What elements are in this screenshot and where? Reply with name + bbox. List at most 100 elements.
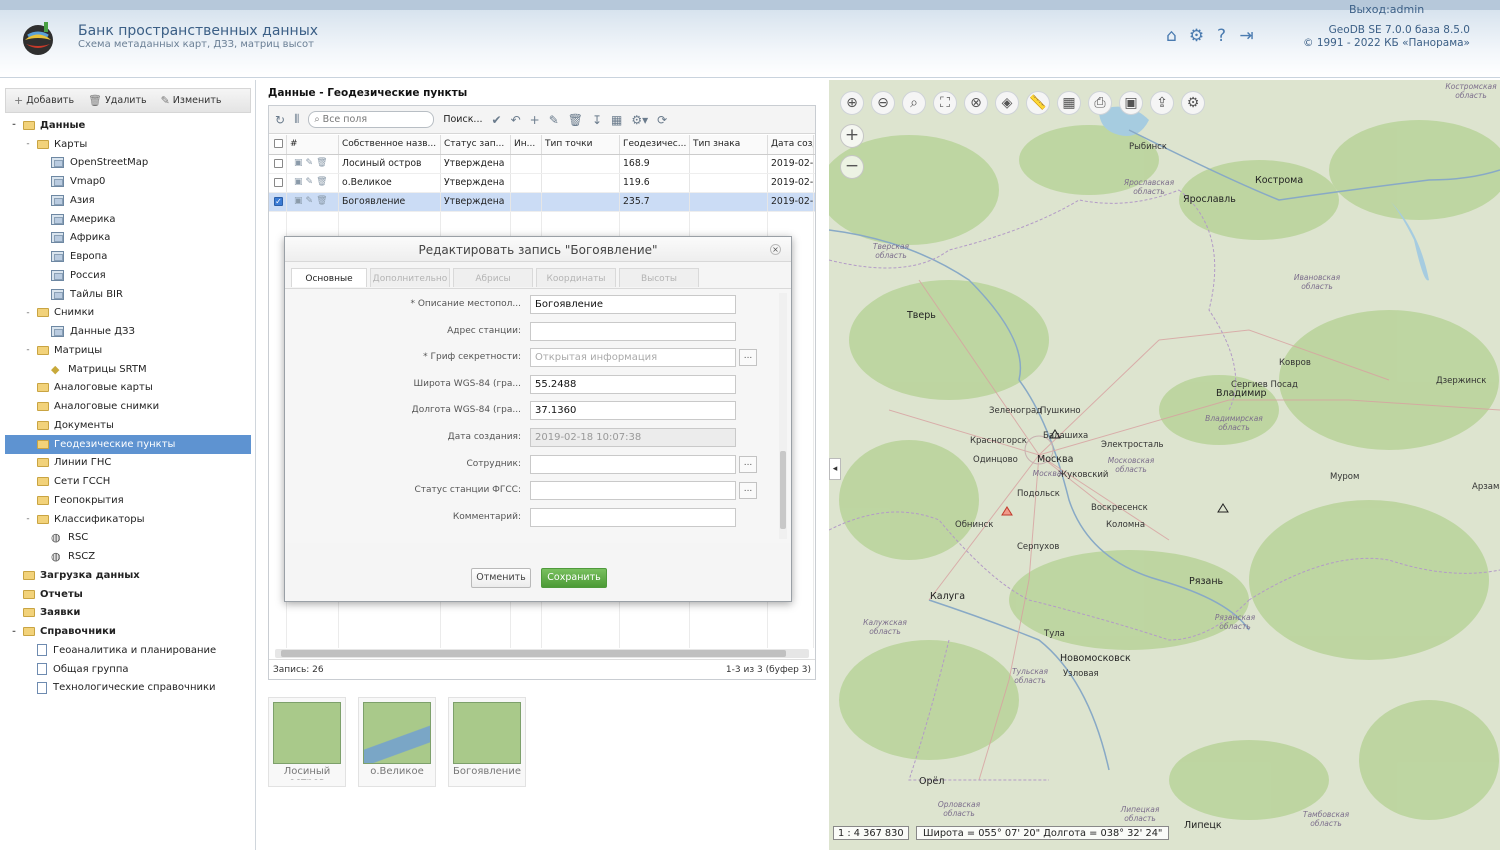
settings-icon[interactable]: ⚙	[1181, 91, 1205, 115]
panel-collapse-button[interactable]: ◂	[829, 458, 841, 480]
search-input[interactable]: ⌕ Все поля	[308, 111, 435, 128]
row-checkbox[interactable]	[274, 159, 283, 168]
zoom-in-icon[interactable]: ⊕	[840, 91, 864, 115]
field-input[interactable]	[530, 454, 736, 474]
thumbnail-card[interactable]: о.Великое	[358, 697, 436, 787]
tree-item[interactable]: Америка	[5, 210, 251, 229]
tree-item[interactable]: Аналоговые снимки	[5, 397, 251, 416]
trash-icon[interactable]: 🗑	[316, 177, 327, 187]
tree-item[interactable]: Загрузка данных	[5, 566, 251, 585]
tree-item[interactable]: Технологические справочники	[5, 679, 251, 698]
tree-item[interactable]: Геоаналитика и планирование	[5, 641, 251, 660]
tree-item[interactable]: Аналоговые карты	[5, 379, 251, 398]
tree-item[interactable]: Россия	[5, 266, 251, 285]
undo-icon[interactable]: ↶	[511, 113, 521, 127]
horizontal-scrollbar[interactable]	[275, 649, 809, 658]
clear-icon[interactable]: ⊗	[964, 91, 988, 115]
tab-1[interactable]: Дополнительно	[370, 268, 450, 287]
zoom-minus-button[interactable]: −	[840, 155, 864, 179]
refresh-icon[interactable]: ⟳	[657, 113, 667, 127]
export-icon[interactable]: ⇪	[1150, 91, 1174, 115]
field-input[interactable]	[530, 321, 736, 341]
settings-icon[interactable]: ⚙▾	[631, 113, 648, 127]
zoom-extent-icon[interactable]: ⛶	[933, 91, 957, 115]
zoom-out-icon[interactable]: ⊖	[871, 91, 895, 115]
tree-item[interactable]: - Справочники	[5, 622, 251, 641]
image-icon[interactable]: ▣	[294, 177, 303, 187]
edit-button[interactable]: ✎ Изменить	[161, 94, 222, 107]
tree-item[interactable]: Данные ДЗЗ	[5, 322, 251, 341]
edit-icon[interactable]: ✎	[549, 113, 559, 127]
trash-icon[interactable]: 🗑	[316, 158, 327, 168]
tree-item[interactable]: Геодезические пункты	[5, 434, 251, 454]
tree-item[interactable]: Европа	[5, 247, 251, 266]
tree-item[interactable]: Африка	[5, 229, 251, 248]
tree-item[interactable]: Общая группа	[5, 660, 251, 679]
tree-item[interactable]: Азия	[5, 191, 251, 210]
tree-item[interactable]: - Снимки	[5, 304, 251, 323]
trash-icon[interactable]: 🗑	[316, 196, 327, 206]
field-picker-button[interactable]: ...	[739, 482, 757, 500]
tree-item[interactable]: ◍ RSCZ	[5, 547, 251, 566]
save-button[interactable]: Сохранить	[541, 568, 607, 588]
table-row[interactable]: ✓▣✎🗑БогоявлениеУтверждена235.72019-02-1	[269, 193, 815, 212]
scrollbar-thumb[interactable]	[780, 451, 786, 529]
help-icon[interactable]: ?	[1212, 27, 1231, 46]
tree-item[interactable]: Тайлы BIR	[5, 285, 251, 304]
field-input[interactable]: Богоявление	[530, 295, 736, 314]
cancel-button[interactable]: Отменить	[471, 568, 531, 588]
tree-toggle-icon[interactable]: -	[9, 120, 19, 130]
delete-icon[interactable]: 🗑	[568, 113, 583, 127]
table-row[interactable]: ▣✎🗑о.ВеликоеУтверждена119.62019-02-1	[269, 174, 815, 193]
tree-toggle-icon[interactable]: -	[9, 627, 19, 637]
select-all-checkbox[interactable]	[274, 139, 283, 148]
scrollbar-thumb[interactable]	[281, 650, 786, 657]
edit-icon[interactable]: ✎	[306, 177, 314, 187]
tree-item[interactable]: Заявки	[5, 604, 251, 623]
add-button[interactable]: + Добавить	[14, 94, 74, 107]
column-header[interactable]: Статус зап...	[441, 135, 511, 154]
sort-icon[interactable]: ↧	[592, 113, 602, 127]
logout-link[interactable]: Выход:admin	[1349, 3, 1424, 16]
table-icon[interactable]: ▦	[611, 113, 622, 127]
print-icon[interactable]: ⎙	[1088, 91, 1112, 115]
tree-item[interactable]: - Карты	[5, 135, 251, 154]
home-icon[interactable]: ⌂	[1162, 27, 1181, 46]
thumbnail-card[interactable]: Лосиный остров	[268, 697, 346, 787]
tab-4[interactable]: Высоты	[619, 268, 699, 287]
edit-icon[interactable]: ✎	[306, 196, 314, 206]
ruler-icon[interactable]: 📏	[1026, 91, 1050, 115]
row-checkbox[interactable]: ✓	[274, 197, 283, 206]
tree-toggle-icon[interactable]: -	[23, 139, 33, 149]
column-header[interactable]: Собственное назв...	[339, 135, 441, 154]
column-header[interactable]: Тип точки	[542, 135, 620, 154]
add-icon[interactable]: +	[530, 113, 540, 127]
field-input[interactable]: Открытая информация	[530, 348, 736, 368]
edit-icon[interactable]: ✎	[306, 158, 314, 168]
tab-0[interactable]: Основные	[291, 268, 367, 287]
tree-item[interactable]: Отчеты	[5, 585, 251, 604]
column-header[interactable]: #	[287, 135, 339, 154]
tree-item[interactable]: Vmap0	[5, 172, 251, 191]
tab-2[interactable]: Абрисы	[453, 268, 533, 287]
image-icon[interactable]: ▣	[1119, 91, 1143, 115]
exit-icon[interactable]: ⇥	[1237, 27, 1256, 46]
tree-toggle-icon[interactable]: -	[23, 345, 33, 355]
tree-toggle-icon[interactable]: -	[23, 308, 33, 318]
tree-item[interactable]: Сети ГССН	[5, 472, 251, 491]
tree-item[interactable]: OpenStreetMap	[5, 154, 251, 173]
search-icon[interactable]: ⌕	[902, 91, 926, 115]
tree-item[interactable]: - Матрицы	[5, 341, 251, 360]
zoom-plus-button[interactable]: +	[840, 124, 864, 148]
field-input[interactable]	[530, 481, 736, 501]
check-icon[interactable]: ✔	[492, 113, 502, 127]
thumbnail-card[interactable]: Богоявление	[448, 697, 526, 787]
map-view[interactable]: Рыбинск Кострома Ярославль Тверь Ковров Влади…	[829, 80, 1500, 850]
tab-3[interactable]: Координаты	[536, 268, 616, 287]
tree-item[interactable]: Геопокрытия	[5, 491, 251, 510]
row-checkbox[interactable]	[274, 178, 283, 187]
tree-item[interactable]: - Классификаторы	[5, 510, 251, 529]
image-icon[interactable]: ▣	[294, 196, 303, 206]
reload-icon[interactable]: ↻	[275, 113, 285, 127]
tree-item[interactable]: Документы	[5, 416, 251, 435]
